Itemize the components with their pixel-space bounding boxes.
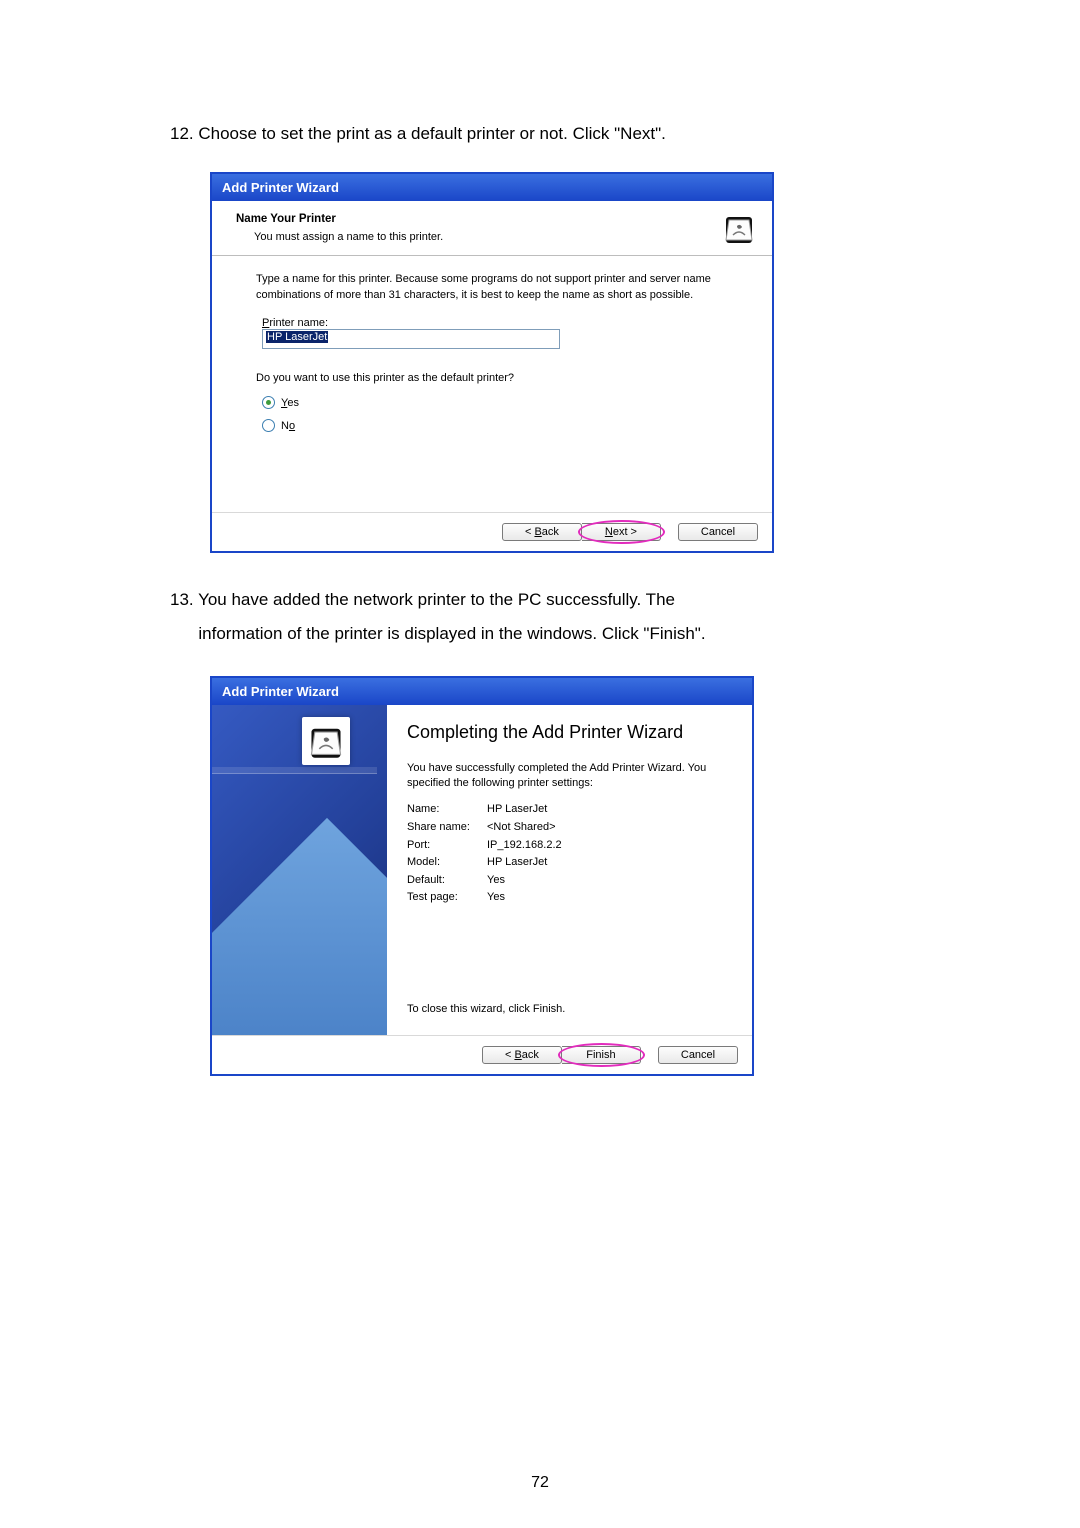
- radio-yes[interactable]: Yes: [262, 396, 742, 409]
- back-button[interactable]: < Back: [502, 523, 582, 541]
- row-port-v: IP_192.168.2.2: [487, 837, 562, 855]
- finish-button[interactable]: Finish: [562, 1046, 641, 1064]
- row-port-l: Port:: [407, 837, 487, 855]
- cancel-button[interactable]: Cancel: [678, 523, 758, 541]
- step12-num: 12.: [170, 124, 194, 143]
- back-button[interactable]: < Back: [482, 1046, 562, 1064]
- row-default-l: Default:: [407, 872, 487, 890]
- step12-body: Choose to set the print as a default pri…: [198, 124, 666, 143]
- close-message: To close this wizard, click Finish.: [407, 963, 736, 1025]
- wizard-completing: Add Printer Wizard Completing the Add Pr…: [210, 676, 754, 1076]
- wizard2-footer: < Back Finish Cancel: [212, 1035, 752, 1074]
- row-test-v: Yes: [487, 889, 505, 907]
- row-default-v: Yes: [487, 872, 505, 890]
- wizard1-footer: < Back Next > Cancel: [212, 512, 772, 551]
- wizard1-titlebar: Add Printer Wizard: [212, 174, 772, 201]
- printer-name-input[interactable]: HP LaserJet: [262, 329, 560, 349]
- printer-icon: [722, 211, 756, 245]
- step13-num: 13.: [170, 590, 194, 609]
- radio-no[interactable]: No: [262, 419, 742, 432]
- radio-yes-icon: [262, 396, 275, 409]
- settings-table: Name:HP LaserJet Share name:<Not Shared>…: [407, 801, 736, 907]
- wizard2-heading: Completing the Add Printer Wizard: [407, 721, 736, 744]
- wizard2-titlebar: Add Printer Wizard: [212, 678, 752, 705]
- cancel-button[interactable]: Cancel: [658, 1046, 738, 1064]
- printer-icon: [302, 717, 350, 765]
- row-share-v: <Not Shared>: [487, 819, 556, 837]
- printer-name-value: HP LaserJet: [266, 331, 328, 343]
- step13-text: 13. You have added the network printer t…: [170, 583, 960, 651]
- row-name-l: Name:: [407, 801, 487, 819]
- wizard1-body-text: Type a name for this printer. Because so…: [256, 272, 742, 303]
- page-number: 72: [0, 1474, 1080, 1492]
- wizard1-body: Type a name for this printer. Because so…: [212, 256, 772, 512]
- wizard1-header-title: Name Your Printer: [236, 213, 722, 225]
- printer-name-label: Printer name:: [262, 317, 742, 329]
- row-test-l: Test page:: [407, 889, 487, 907]
- wizard2-banner: [212, 705, 387, 1035]
- wizard2-desc: You have successfully completed the Add …: [407, 761, 736, 792]
- wizard1-header: Name Your Printer You must assign a name…: [212, 201, 772, 256]
- default-question: Do you want to use this printer as the d…: [256, 371, 742, 386]
- wizard-name-printer: Add Printer Wizard Name Your Printer You…: [210, 172, 774, 553]
- row-name-v: HP LaserJet: [487, 801, 547, 819]
- row-model-v: HP LaserJet: [487, 854, 547, 872]
- wizard1-header-sub: You must assign a name to this printer.: [236, 231, 722, 243]
- step13-line1: You have added the network printer to th…: [198, 590, 675, 609]
- step13-line2: information of the printer is displayed …: [198, 624, 705, 643]
- row-share-l: Share name:: [407, 819, 487, 837]
- radio-no-icon: [262, 419, 275, 432]
- step12-text: 12. Choose to set the print as a default…: [170, 120, 960, 147]
- next-button[interactable]: Next >: [582, 523, 661, 541]
- row-model-l: Model:: [407, 854, 487, 872]
